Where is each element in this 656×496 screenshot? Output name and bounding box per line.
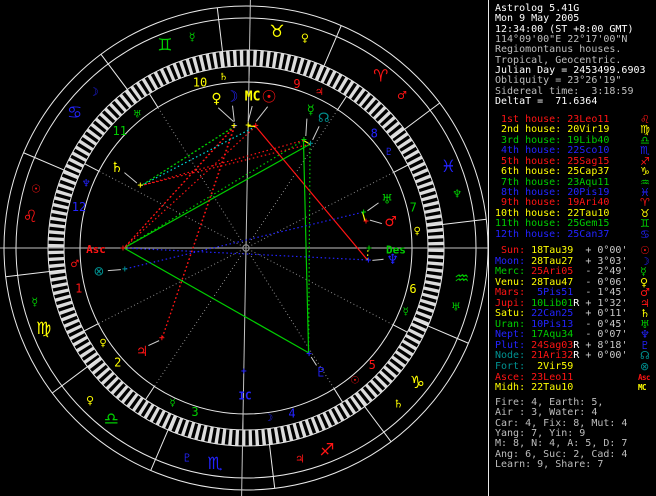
house-4-number: 4 bbox=[288, 407, 295, 421]
saturn-planet-icon: ♄ bbox=[111, 160, 124, 176]
house-5-ruler-icon: ☉ bbox=[350, 376, 359, 387]
virgo-sign-icon: ♍ bbox=[36, 319, 51, 339]
venus-planet-icon: ♀ bbox=[211, 91, 221, 107]
des-angle-label: Des bbox=[386, 244, 406, 257]
house-2-ruler-icon: ♀ bbox=[99, 338, 106, 349]
house-8-ruler-icon: ♇ bbox=[384, 147, 393, 158]
mc-angle-label: MC bbox=[245, 90, 261, 105]
capricorn-sign-icon: ♑ bbox=[410, 373, 425, 393]
planet-position-table: Sun: 18Tau39 + 0°00' ☉ Moon: 28Tau27 + 3°0… bbox=[495, 245, 651, 394]
house-3-ruler-icon: ☿ bbox=[170, 398, 176, 409]
asc-angle-label: Asc bbox=[86, 243, 106, 256]
house-12-ruler-icon: ♆ bbox=[82, 179, 91, 190]
planet-row: Midh: 22Tau10 MC bbox=[495, 382, 647, 394]
house-11-ruler-icon: ♅ bbox=[133, 109, 142, 120]
stats-line: Learn: 9, Share: 7 bbox=[495, 459, 604, 471]
mars-planet-icon: ♂ bbox=[384, 214, 397, 230]
element-stats: Fire: 4, Earth: 5, Air : 3, Water: 4 Car: … bbox=[495, 397, 627, 471]
house-8-number: 8 bbox=[371, 126, 378, 140]
house-9-ruler-icon: ♃ bbox=[315, 87, 324, 98]
aspect-sun-asc bbox=[123, 125, 257, 249]
midh-glyph-icon: MC bbox=[638, 383, 647, 393]
aquarius-sign-icon: ♒ bbox=[454, 269, 469, 289]
panel-divider bbox=[488, 0, 489, 496]
fortune-planet-icon: ⊗ bbox=[94, 265, 105, 280]
house-3-number: 3 bbox=[191, 405, 198, 419]
pisces-sign-icon: ♓ bbox=[441, 157, 456, 177]
gemini-sign-icon: ♊ bbox=[157, 36, 172, 56]
aspect-sun-neptune bbox=[255, 125, 368, 261]
aspect-node-asc bbox=[123, 143, 311, 249]
aspect-moon-saturn bbox=[140, 126, 236, 187]
sagittarius-sign-icon: ♐ bbox=[319, 440, 334, 460]
aspect-fortune-uranus bbox=[125, 211, 363, 270]
scorpio-sign-icon: ♏ bbox=[207, 454, 222, 474]
chart-info-header: Astrolog 5.41G Mon 9 May 2005 12:34:00 (ST… bbox=[495, 3, 646, 108]
aspect-mercury-pluto bbox=[302, 140, 310, 353]
pluto-planet-icon: ♇ bbox=[315, 366, 327, 381]
mercury-planet-icon: ☿ bbox=[307, 103, 315, 118]
aquarius-ruler-icon: ♅ bbox=[451, 300, 461, 313]
header-line: DeltaT = 71.6364 bbox=[495, 96, 598, 108]
ic-angle-label: IC bbox=[238, 389, 251, 402]
scorpio-ruler-icon: ♇ bbox=[182, 451, 192, 464]
astrolog-window: ♈ ♂ ♉ ♀ ♊ ☿ ♋ ☽ ♌ ☉ ♍ ☿ ♎ ♀ ♏ ♇ ♐ ♃ ♑ ♄ ♒ ♅ ♓ ♆ 1 ♂ 2 ♀ 3 ☿ 4 ☽ 5 ☉ 6 ☿ 7 ♀ 8 ♇… bbox=[0, 0, 656, 496]
center-earth-icon bbox=[242, 244, 250, 252]
virgo-ruler-icon: ☿ bbox=[31, 295, 38, 308]
sun-planet-icon: ☉ bbox=[261, 88, 276, 108]
house-row: 12th house: 25Can37 ♋ bbox=[495, 227, 650, 241]
cancer-sign-icon: ♋ bbox=[67, 103, 82, 123]
house-11-number: 11 bbox=[112, 124, 126, 138]
moon-planet-icon: ☽ bbox=[225, 88, 238, 106]
uranus-planet-icon: ♅ bbox=[381, 192, 393, 207]
cancer-ruler-icon: ☽ bbox=[89, 86, 99, 99]
pisces-ruler-icon: ♆ bbox=[452, 188, 462, 201]
aspect-asc-pluto bbox=[123, 247, 309, 354]
sagittarius-ruler-icon: ♃ bbox=[295, 453, 305, 466]
gemini-ruler-icon: ☿ bbox=[189, 30, 196, 43]
planet-pointers bbox=[107, 105, 384, 366]
capricorn-ruler-icon: ♄ bbox=[393, 397, 403, 410]
house-10-number: 10 bbox=[193, 75, 207, 89]
house-cusp-table: 1st house: 23Leo11 ♌ 2nd house: 20Vir19 ♍ … bbox=[495, 114, 650, 241]
libra-sign-icon: ♎ bbox=[104, 409, 119, 429]
house-10-ruler-icon: ♄ bbox=[219, 72, 228, 83]
house-7-number: 7 bbox=[410, 201, 417, 215]
leo-sign-icon: ♌ bbox=[23, 207, 38, 227]
house-6-ruler-icon: ☿ bbox=[403, 306, 409, 317]
aries-ruler-icon: ♂ bbox=[397, 89, 407, 102]
fort-glyph-icon: ⊗ bbox=[640, 360, 650, 374]
aspect-sun-saturn bbox=[140, 125, 256, 187]
leo-ruler-icon: ☉ bbox=[31, 183, 41, 196]
can-sign-icon: ♋ bbox=[640, 227, 650, 241]
house-4-ruler-icon: ☽ bbox=[264, 413, 273, 424]
libra-ruler-icon: ♀ bbox=[86, 394, 94, 407]
info-panel: Astrolog 5.41G Mon 9 May 2005 12:34:00 (ST… bbox=[492, 0, 656, 496]
taurus-ruler-icon: ♀ bbox=[301, 32, 309, 45]
house-7-ruler-icon: ♀ bbox=[414, 226, 421, 237]
chart-wheel: ♈♂♉ ♀♊ ☿♋☽♌☉♍☿♎♀♏♇ ♐♃♑♄♒♅♓♆1♂2♀3☿4☽5☉6☿7♀8♇… bbox=[0, 0, 489, 496]
asce-glyph-icon: Asc bbox=[638, 372, 651, 382]
house-5-number: 5 bbox=[369, 358, 376, 372]
taurus-sign-icon: ♉ bbox=[269, 22, 284, 42]
aries-sign-icon: ♈ bbox=[373, 67, 388, 87]
house-12-number: 12 bbox=[72, 200, 86, 214]
house-9-number: 9 bbox=[293, 77, 300, 91]
aspect-venus-jupiter bbox=[161, 126, 235, 338]
house-2-number: 2 bbox=[114, 356, 121, 370]
house-1-ruler-icon: ♂ bbox=[70, 259, 79, 270]
house-6-number: 6 bbox=[409, 282, 416, 296]
node-planet-icon: ☊ bbox=[318, 111, 330, 126]
aspect-mercury-asc bbox=[123, 139, 304, 249]
house-1-number: 1 bbox=[75, 281, 82, 295]
jupiter-planet-icon: ♃ bbox=[136, 344, 149, 360]
